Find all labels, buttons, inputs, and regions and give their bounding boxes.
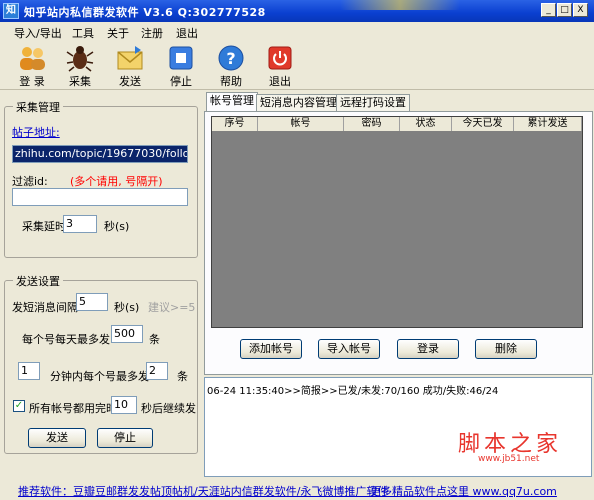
more-software-link[interactable]: 更多精品软件点这里 www.qq7u.com <box>370 483 557 499</box>
menu-tools[interactable]: 工具 <box>72 25 94 41</box>
per-minutes-unit: 条 <box>177 370 188 383</box>
filter-hint: (多个请用, 号隔开) <box>70 175 163 188</box>
column-password[interactable]: 密码 <box>344 117 400 131</box>
power-icon <box>268 46 292 70</box>
collect-delay-label: 采集延时 <box>22 220 66 233</box>
per-minutes-field[interactable]: 1 <box>18 362 40 380</box>
exit-button[interactable]: 退出 <box>258 42 302 88</box>
topic-url-field[interactable]: zhihu.com/topic/19677030/followers <box>12 145 188 163</box>
all-used-unit: 秒后继续发 <box>141 402 196 415</box>
login-button[interactable]: 登 录 <box>10 42 54 88</box>
accounts-table-header: 序号 帐号 密码 状态 今天已发 累计发送 <box>212 117 582 131</box>
envelope-icon <box>117 46 143 70</box>
login-accounts-button[interactable]: 登录 <box>397 339 459 359</box>
menu-exit[interactable]: 退出 <box>176 25 198 41</box>
collect-button[interactable]: 采集 <box>58 42 102 88</box>
daily-limit-field[interactable]: 500 <box>111 325 143 343</box>
per-minutes-label: 分钟内每个号最多发 <box>50 370 149 383</box>
help-icon: ? <box>218 45 244 71</box>
help-button[interactable]: ? 帮助 <box>209 42 253 88</box>
all-used-checkbox[interactable]: ✓ <box>13 400 25 412</box>
tab-account-management[interactable]: 帐号管理 <box>206 92 258 112</box>
collect-group-title: 采集管理 <box>13 99 63 115</box>
stop-send-button[interactable]: 停止 <box>97 428 153 448</box>
column-status[interactable]: 状态 <box>400 117 452 131</box>
daily-limit-unit: 条 <box>149 333 160 346</box>
watermark-url: www.jb51.net <box>478 454 540 464</box>
send-interval-unit: 秒(s) <box>114 301 140 314</box>
bug-icon <box>66 46 94 72</box>
recommended-software-link[interactable]: 推荐软件：豆瓣豆邮群发发帖顶帖机/天涯站内信群发软件/永飞微博推广软件 <box>18 483 388 499</box>
title-bar[interactable]: 知 知乎站内私信群发软件 V3.6 Q:302777528 _ □ X <box>0 0 594 22</box>
column-sent-total[interactable]: 累计发送 <box>514 117 582 131</box>
toolbar: 登 录 采集 发送 停止 ? 帮助 退出 <box>0 40 594 90</box>
users-icon <box>20 47 45 70</box>
send-interval-hint: 建议>=5 <box>148 301 196 314</box>
stop-icon <box>169 46 193 70</box>
menu-import-export[interactable]: 导入/导出 <box>14 25 62 41</box>
close-button[interactable]: X <box>573 3 588 17</box>
collect-delay-field[interactable]: 3 <box>63 215 97 233</box>
tab-message-content[interactable]: 短消息内容管理 <box>256 94 341 111</box>
accounts-table[interactable]: 序号 帐号 密码 状态 今天已发 累计发送 <box>211 116 583 328</box>
add-account-button[interactable]: 添加帐号 <box>240 339 302 359</box>
daily-limit-label: 每个号每天最多发 <box>22 333 110 346</box>
window-title: 知乎站内私信群发软件 V3.6 Q:302777528 <box>24 6 266 19</box>
filter-id-label: 过滤id: <box>12 175 48 188</box>
tab-remote-captcha[interactable]: 远程打码设置 <box>336 94 410 111</box>
start-send-button[interactable]: 发送 <box>28 428 86 448</box>
filter-id-field[interactable] <box>12 188 188 206</box>
send-interval-field[interactable]: 5 <box>76 293 108 311</box>
column-account[interactable]: 帐号 <box>258 117 344 131</box>
menu-bar: 导入/导出 工具 关于 注册 退出 <box>0 22 594 40</box>
app-icon: 知 <box>3 3 19 19</box>
column-sent-today[interactable]: 今天已发 <box>452 117 514 131</box>
import-accounts-button[interactable]: 导入帐号 <box>318 339 380 359</box>
per-minutes-count-field[interactable]: 2 <box>146 362 168 380</box>
delete-account-button[interactable]: 删除 <box>475 339 537 359</box>
maximize-button[interactable]: □ <box>557 3 572 17</box>
minimize-button[interactable]: _ <box>541 3 556 17</box>
topic-url-link[interactable]: 帖子地址: <box>12 124 60 140</box>
log-line: 06-24 11:35:40>>简报>>已发/未发:70/160 成功/失败:4… <box>207 386 499 397</box>
stop-button[interactable]: 停止 <box>159 42 203 88</box>
menu-register[interactable]: 注册 <box>141 25 163 41</box>
all-used-field[interactable]: 10 <box>111 396 137 414</box>
all-used-label: 所有帐号都用完时 <box>29 402 117 415</box>
send-interval-label: 发短消息间隔 <box>12 301 78 314</box>
column-index[interactable]: 序号 <box>212 117 258 131</box>
title-banner-decoration <box>340 0 460 10</box>
svg-text:?: ? <box>226 49 235 68</box>
send-group-title: 发送设置 <box>13 273 63 289</box>
status-bar: 推荐软件：豆瓣豆邮群发发帖顶帖机/天涯站内信群发软件/永飞微博推广软件 更多精品… <box>0 478 594 500</box>
collect-delay-unit: 秒(s) <box>104 220 130 233</box>
send-button[interactable]: 发送 <box>108 42 152 88</box>
menu-about[interactable]: 关于 <box>107 25 129 41</box>
